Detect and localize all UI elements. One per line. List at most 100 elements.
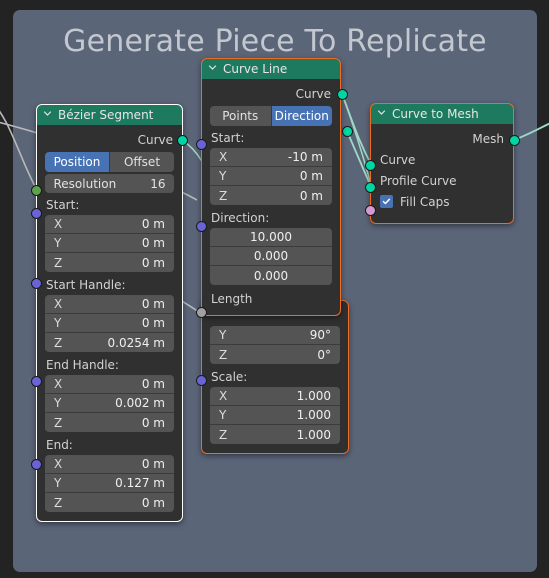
curve-line-start-x-value: -10 m — [287, 150, 323, 164]
end-y-value: 0.127 m — [115, 476, 165, 490]
start-y-value: 0 m — [141, 236, 165, 250]
end-handle-x[interactable]: X 0 m — [45, 375, 174, 394]
toggle-direction[interactable]: Direction — [270, 106, 332, 126]
scale-x[interactable]: X 1.000 — [210, 387, 340, 406]
checkbox-fill-caps[interactable] — [380, 195, 393, 208]
start-handle-y-label: Y — [54, 316, 62, 330]
socket-transform-output-geometry[interactable] — [342, 126, 353, 137]
input-fill-caps[interactable]: Fill Caps — [370, 191, 514, 212]
direction-x[interactable]: 10.000 — [210, 228, 332, 247]
socket-curve-line-input-length[interactable] — [196, 307, 207, 318]
end-z[interactable]: Z 0 m — [45, 493, 174, 512]
direction-x-value: 10.000 — [250, 230, 292, 244]
end-z-label: Z — [54, 495, 63, 510]
node-header-curve-to-mesh[interactable]: Curve to Mesh — [370, 103, 514, 124]
end-x-value: 0 m — [141, 457, 165, 471]
socket-bezier-input-start[interactable] — [31, 208, 42, 219]
node-bezier-segment[interactable]: Bézier Segment Curve Position Offset Res… — [36, 104, 183, 522]
end-handle-vector-field[interactable]: X 0 m Y 0.002 m Z 0 m — [45, 375, 174, 432]
toggle-offset[interactable]: Offset — [109, 152, 174, 172]
scale-z-label: Z — [219, 427, 228, 442]
curve-line-start-z[interactable]: Z 0 m — [210, 186, 332, 205]
end-x[interactable]: X 0 m — [45, 455, 174, 474]
socket-curve-line-input-start[interactable] — [196, 139, 207, 150]
socket-curve-to-mesh-output-mesh[interactable] — [509, 135, 520, 146]
curve-line-start-z-value: 0 m — [299, 188, 323, 203]
end-handle-x-label: X — [54, 377, 63, 391]
resolution-label: Resolution — [53, 176, 117, 191]
end-handle-z-label: Z — [54, 415, 63, 430]
output-label-mesh: Mesh — [472, 131, 504, 146]
direction-y-value: 0.000 — [253, 249, 289, 263]
start-z-value: 0 m — [141, 255, 165, 270]
resolution-field[interactable]: Resolution 16 — [45, 174, 174, 193]
resolution-value: 16 — [150, 176, 166, 191]
rotation-z[interactable]: Z 0° — [210, 345, 340, 364]
curve-line-start-y-label: Y — [219, 169, 227, 183]
node-curve-to-mesh[interactable]: Curve to Mesh Mesh Curve Profile Curve F… — [370, 103, 514, 224]
chevron-down-icon[interactable] — [43, 109, 52, 118]
rotation-y-label: Y — [219, 328, 227, 342]
curve-line-start-vector-field[interactable]: X -10 m Y 0 m Z 0 m — [210, 148, 332, 205]
points-direction-toggle[interactable]: Points Direction — [210, 106, 332, 126]
node-transform-geometry[interactable]: Y 90° Z 0° Scale: X 1.000 Y 1.000 Z 1.00… — [201, 300, 349, 454]
socket-curve-to-mesh-input-fill-caps[interactable] — [365, 205, 376, 216]
start-handle-x-value: 0 m — [141, 297, 165, 311]
node-header-bezier-segment[interactable]: Bézier Segment — [36, 104, 183, 125]
start-z-label: Z — [54, 255, 63, 270]
end-vector-field[interactable]: X 0 m Y 0.127 m Z 0 m — [45, 455, 174, 512]
end-handle-y-value: 0.002 m — [115, 396, 165, 410]
curve-line-start-z-label: Z — [219, 188, 228, 203]
input-label-profile-curve: Profile Curve — [380, 173, 457, 188]
rotation-vector-field[interactable]: Y 90° Z 0° — [210, 326, 340, 364]
socket-transform-input-scale[interactable] — [196, 375, 207, 386]
node-editor-canvas[interactable]: Generate Piece To Replicate Bézier Segme… — [0, 0, 549, 578]
socket-curve-line-output-curve[interactable] — [337, 89, 348, 100]
start-handle-y[interactable]: Y 0 m — [45, 314, 174, 333]
start-x-value: 0 m — [141, 217, 165, 231]
start-vector-field[interactable]: X 0 m Y 0 m Z 0 m — [45, 215, 174, 272]
scale-y[interactable]: Y 1.000 — [210, 406, 340, 425]
start-z[interactable]: Z 0 m — [45, 253, 174, 272]
socket-bezier-input-resolution[interactable] — [31, 185, 42, 196]
toggle-position[interactable]: Position — [45, 152, 109, 172]
toggle-points[interactable]: Points — [210, 106, 271, 126]
socket-bezier-output-curve[interactable] — [177, 135, 188, 146]
socket-curve-to-mesh-input-curve[interactable] — [365, 160, 376, 171]
end-z-value: 0 m — [141, 495, 165, 510]
node-title-bezier-segment: Bézier Segment — [58, 107, 154, 122]
end-handle-y-label: Y — [54, 396, 62, 410]
socket-curve-line-input-direction[interactable] — [196, 221, 207, 232]
start-handle-vector-field[interactable]: X 0 m Y 0 m Z 0.0254 m — [45, 295, 174, 352]
curve-line-start-y[interactable]: Y 0 m — [210, 167, 332, 186]
end-handle-y[interactable]: Y 0.002 m — [45, 394, 174, 413]
start-handle-y-value: 0 m — [141, 316, 165, 330]
socket-curve-to-mesh-input-profile-curve[interactable] — [365, 182, 376, 193]
direction-z[interactable]: 0.000 — [210, 266, 332, 285]
start-x[interactable]: X 0 m — [45, 215, 174, 234]
start-y[interactable]: Y 0 m — [45, 234, 174, 253]
socket-bezier-input-end[interactable] — [31, 459, 42, 470]
end-handle-z-value: 0 m — [141, 415, 165, 430]
start-handle-x[interactable]: X 0 m — [45, 295, 174, 314]
socket-bezier-input-start-handle[interactable] — [31, 278, 42, 289]
end-y[interactable]: Y 0.127 m — [45, 474, 174, 493]
start-handle-x-label: X — [54, 297, 63, 311]
node-header-curve-line[interactable]: Curve Line — [201, 58, 341, 79]
end-x-label: X — [54, 457, 63, 471]
curve-line-start-x-label: X — [219, 150, 228, 164]
curve-line-start-x[interactable]: X -10 m — [210, 148, 332, 167]
chevron-down-icon[interactable] — [377, 108, 386, 117]
scale-z[interactable]: Z 1.000 — [210, 425, 340, 444]
start-handle-z-value: 0.0254 m — [107, 335, 166, 350]
direction-y[interactable]: 0.000 — [210, 247, 332, 266]
node-curve-line[interactable]: Curve Line Curve Points Direction Start:… — [201, 58, 341, 316]
direction-vector-field[interactable]: 10.000 0.000 0.000 — [210, 228, 332, 285]
end-handle-z[interactable]: Z 0 m — [45, 413, 174, 432]
rotation-y[interactable]: Y 90° — [210, 326, 340, 345]
chevron-down-icon[interactable] — [208, 63, 217, 72]
scale-vector-field[interactable]: X 1.000 Y 1.000 Z 1.000 — [210, 387, 340, 444]
position-offset-toggle[interactable]: Position Offset — [45, 152, 174, 172]
start-handle-z[interactable]: Z 0.0254 m — [45, 333, 174, 352]
socket-bezier-input-end-handle[interactable] — [31, 376, 42, 387]
